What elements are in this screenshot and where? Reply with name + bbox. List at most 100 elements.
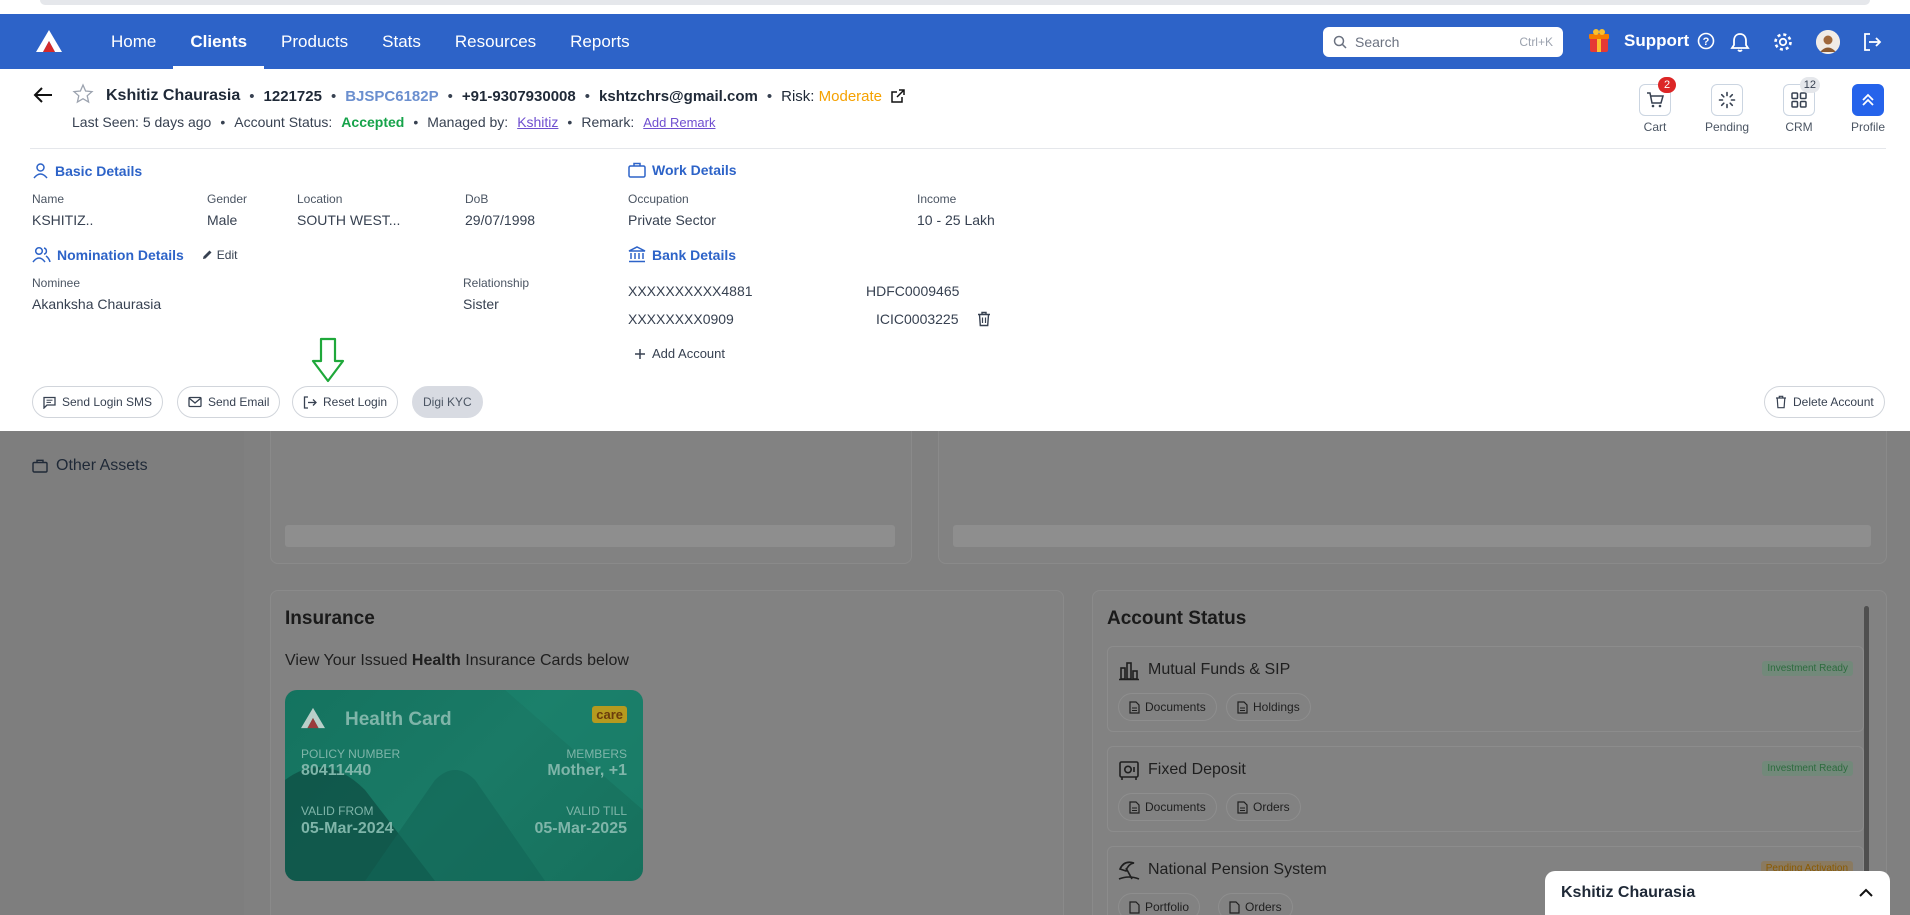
insurance-title: Insurance <box>285 608 375 629</box>
search-shortcut: Ctrl+K <box>1519 35 1553 49</box>
portfolio-button[interactable]: Portfolio <box>1118 893 1201 915</box>
client-name: Kshitiz Chaurasia <box>106 87 241 104</box>
nav-clients[interactable]: Clients <box>173 14 264 69</box>
nav-resources[interactable]: Resources <box>438 14 553 69</box>
profile-action[interactable]: Profile <box>1851 84 1885 134</box>
browser-top-strip <box>0 0 1910 14</box>
bank-account-ifsc: HDFC0009465 <box>866 283 960 299</box>
field-income: Income 10 - 25 Lakh <box>917 192 995 228</box>
basic-details-title: Basic Details <box>32 162 142 179</box>
chat-client-name: Kshitiz Chaurasia <box>1561 884 1696 901</box>
account-status-title: Account Status <box>1107 608 1247 629</box>
account-item-name: Mutual Funds & SIP <box>1148 661 1291 678</box>
documents-button[interactable]: Documents <box>1118 793 1217 821</box>
cart-action[interactable]: 2 Cart <box>1639 77 1676 134</box>
pending-action[interactable]: Pending <box>1705 84 1749 134</box>
insurer-brand: care <box>592 706 627 723</box>
bar-chart-icon <box>1119 662 1139 681</box>
document-icon <box>1129 800 1140 814</box>
nav-reports[interactable]: Reports <box>553 14 647 69</box>
star-icon[interactable] <box>72 83 94 105</box>
bank-details-title: Bank Details <box>628 246 736 263</box>
grid-icon <box>1791 92 1807 108</box>
holdings-button[interactable]: Holdings <box>1226 693 1311 721</box>
external-link-icon[interactable] <box>891 89 905 103</box>
nomination-details-title: Nomination Details Edit <box>32 246 237 263</box>
field-nominee: Nominee Akanksha Chaurasia <box>32 276 162 312</box>
crm-action[interactable]: 12 CRM <box>1783 77 1820 134</box>
add-account-button[interactable]: Add Account <box>634 346 725 361</box>
health-insurance-card[interactable]: Health Card care POLICY NUMBER 80411440 … <box>285 690 643 881</box>
orders-button[interactable]: Orders <box>1218 893 1293 915</box>
back-arrow-icon[interactable] <box>32 85 54 105</box>
client-header-line: Kshitiz Chaurasia • 1221725 • BJSPC6182P • … <box>106 87 905 105</box>
down-arrow-annotation-icon <box>311 337 345 383</box>
valid-from-label: VALID FROM <box>301 804 374 818</box>
edit-nomination-button[interactable]: Edit <box>202 248 237 262</box>
digi-kyc-button[interactable]: Digi KYC <box>412 386 483 418</box>
pencil-icon <box>202 250 212 259</box>
placeholder-card <box>270 420 912 564</box>
field-relationship: Relationship Sister <box>463 276 530 312</box>
valid-till-value: 05-Mar-2025 <box>534 820 628 837</box>
account-item-mutual-funds: Mutual Funds & SIP Investment Ready Docu… <box>1107 646 1864 732</box>
client-phone: +91-9307930008 <box>461 87 576 105</box>
chat-widget[interactable]: Kshitiz Chaurasia <box>1545 871 1890 915</box>
gear-icon[interactable] <box>1772 31 1794 53</box>
health-card-title: Health Card <box>345 709 452 730</box>
search-icon <box>1333 35 1347 49</box>
crm-label: CRM <box>1785 120 1813 134</box>
remark-label: Remark: <box>581 114 635 130</box>
field-gender: Gender Male <box>207 192 248 228</box>
work-details-title: Work Details <box>628 162 737 178</box>
mail-icon <box>188 396 202 408</box>
insurance-subtitle: View Your Issued Health Insurance Cards … <box>285 652 629 669</box>
bell-icon[interactable] <box>1729 31 1751 53</box>
last-seen: Last Seen: 5 days ago <box>72 114 212 130</box>
managed-by-label: Managed by: <box>427 114 509 130</box>
placeholder-card <box>938 420 1887 564</box>
nav-stats[interactable]: Stats <box>365 14 438 69</box>
chevrons-up-icon <box>1862 93 1874 106</box>
logout-icon[interactable] <box>1861 31 1883 53</box>
sidebar <box>0 431 244 915</box>
orders-button[interactable]: Orders <box>1226 793 1301 821</box>
account-item-fixed-deposit: Fixed Deposit Investment Ready Documents… <box>1107 746 1864 832</box>
umbrella-beach-icon <box>1118 861 1140 880</box>
sidebar-item-other-assets[interactable]: Other Assets <box>32 457 148 475</box>
delete-account-button[interactable]: Delete Account <box>1764 386 1885 418</box>
svg-text:?: ? <box>1703 36 1710 48</box>
users-icon <box>32 246 51 263</box>
documents-button[interactable]: Documents <box>1118 693 1217 721</box>
managed-by-link[interactable]: Kshitiz <box>517 114 558 130</box>
bank-account-number: XXXXXXXXXX4881 <box>628 283 753 299</box>
add-remark-link[interactable]: Add Remark <box>643 115 715 130</box>
logo-icon <box>301 707 325 729</box>
support-button[interactable]: Support ? <box>1624 31 1715 51</box>
send-email-button[interactable]: Send Email <box>177 386 281 418</box>
chevron-up-icon[interactable] <box>1858 888 1874 898</box>
field-name: Name KSHITIZ.. <box>32 192 94 228</box>
message-icon <box>43 396 56 409</box>
client-pan[interactable]: BJSPC6182P <box>345 88 438 105</box>
search-input[interactable]: Search Ctrl+K <box>1323 27 1563 57</box>
avatar[interactable] <box>1816 30 1840 54</box>
gift-icon[interactable] <box>1588 28 1610 54</box>
crm-badge: 12 <box>1799 77 1820 93</box>
account-item-name: Fixed Deposit <box>1148 761 1246 778</box>
logo-icon[interactable] <box>34 28 64 54</box>
nav-products[interactable]: Products <box>264 14 365 69</box>
nav-home[interactable]: Home <box>94 14 173 69</box>
document-icon <box>1129 700 1140 714</box>
bank-icon <box>628 246 646 263</box>
scrollbar[interactable] <box>1864 606 1869 915</box>
reset-login-button[interactable]: Reset Login <box>292 386 399 418</box>
field-dob: DoB 29/07/1998 <box>465 192 536 228</box>
trash-icon[interactable] <box>977 311 991 327</box>
send-login-sms-button[interactable]: Send Login SMS <box>32 386 164 418</box>
document-icon <box>1237 700 1248 714</box>
cart-label: Cart <box>1643 120 1667 134</box>
briefcase-icon <box>628 162 646 178</box>
briefcase-icon <box>32 459 48 473</box>
login-arrow-icon <box>303 395 317 409</box>
